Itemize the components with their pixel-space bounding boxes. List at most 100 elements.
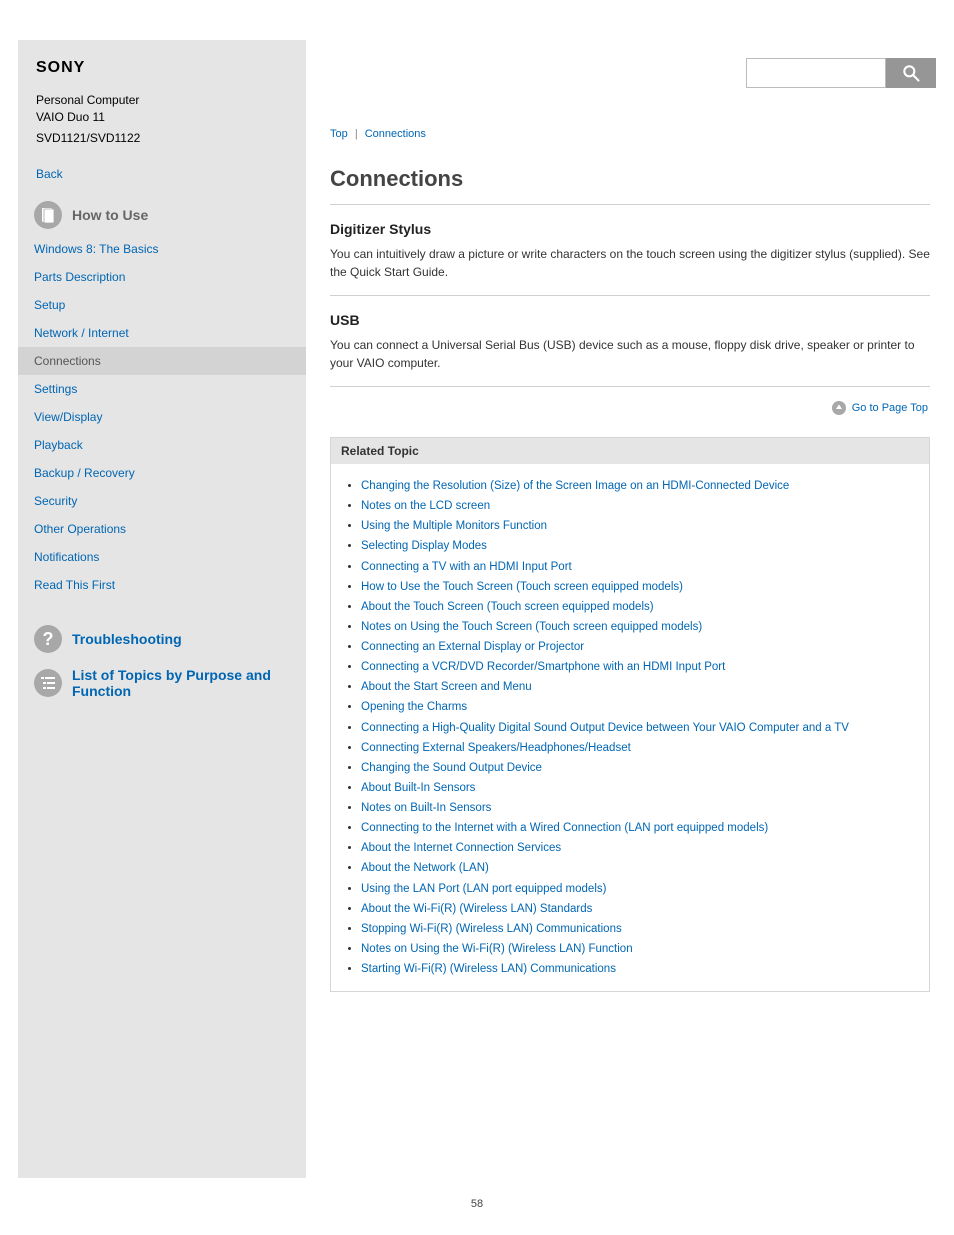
section: USB You can connect a Universal Serial Bu…: [330, 295, 930, 386]
sidebar-item-link[interactable]: Backup / Recovery: [18, 459, 306, 487]
related-link[interactable]: Connecting a High-Quality Digital Sound …: [361, 722, 849, 734]
sidebar-item[interactable]: Windows 8: The Basics: [18, 235, 306, 263]
sidebar-item[interactable]: Security: [18, 487, 306, 515]
related-item: Connecting to the Internet with a Wired …: [361, 818, 919, 838]
related-item: About the Wi-Fi(R) (Wireless LAN) Standa…: [361, 899, 919, 919]
search-icon: [901, 63, 921, 83]
page-title: Connections: [330, 166, 930, 192]
related-link[interactable]: How to Use the Touch Screen (Touch scree…: [361, 581, 683, 593]
related-link[interactable]: Notes on Using the Wi-Fi(R) (Wireless LA…: [361, 943, 633, 955]
sidebar-nav-list: Windows 8: The BasicsParts DescriptionSe…: [18, 235, 306, 599]
sidebar-item[interactable]: Connections: [18, 347, 306, 375]
sidebar-item-link[interactable]: View/Display: [18, 403, 306, 431]
search-input[interactable]: [746, 58, 886, 88]
related-link[interactable]: Connecting a VCR/DVD Recorder/Smartphone…: [361, 661, 725, 673]
related-link[interactable]: Using the Multiple Monitors Function: [361, 520, 547, 532]
sidebar-item-link[interactable]: Windows 8: The Basics: [18, 235, 306, 263]
related-item: How to Use the Touch Screen (Touch scree…: [361, 577, 919, 597]
sidebar-item-link[interactable]: Connections: [18, 347, 306, 375]
related-item: About Built-In Sensors: [361, 778, 919, 798]
nav-howto-header: How to Use: [34, 201, 306, 229]
sidebar-item[interactable]: Other Operations: [18, 515, 306, 543]
sidebar-item-link[interactable]: Read This First: [18, 571, 306, 599]
section-heading: USB: [330, 312, 930, 328]
breadcrumb-parent[interactable]: Top: [330, 128, 348, 140]
sidebar-item[interactable]: Notifications: [18, 543, 306, 571]
related-link[interactable]: Connecting to the Internet with a Wired …: [361, 822, 768, 834]
sidebar-item[interactable]: Playback: [18, 431, 306, 459]
related-item: Notes on Using the Touch Screen (Touch s…: [361, 617, 919, 637]
sidebar-item[interactable]: View/Display: [18, 403, 306, 431]
related-link[interactable]: About the Network (LAN): [361, 862, 489, 874]
sidebar-item-link[interactable]: Settings: [18, 375, 306, 403]
related-link[interactable]: Using the LAN Port (LAN port equipped mo…: [361, 883, 606, 895]
related-link[interactable]: Notes on the LCD screen: [361, 500, 490, 512]
sidebar-item[interactable]: Setup: [18, 291, 306, 319]
related-item: About the Start Screen and Menu: [361, 677, 919, 697]
related-item: Opening the Charms: [361, 697, 919, 717]
nav-howto-title: How to Use: [72, 207, 148, 223]
related-item: Notes on Using the Wi-Fi(R) (Wireless LA…: [361, 939, 919, 959]
book-icon: [34, 201, 62, 229]
page-number: 58: [18, 1198, 936, 1210]
related-link[interactable]: Stopping Wi-Fi(R) (Wireless LAN) Communi…: [361, 923, 622, 935]
sidebar-item-link[interactable]: Parts Description: [18, 263, 306, 291]
section-body: You can connect a Universal Serial Bus (…: [330, 336, 930, 372]
nav-functions-row[interactable]: List of Topics by Purpose and Function: [34, 667, 306, 699]
related-link[interactable]: Connecting an External Display or Projec…: [361, 641, 584, 653]
related-link[interactable]: About Built-In Sensors: [361, 782, 475, 794]
svg-text:?: ?: [43, 629, 54, 649]
related-link[interactable]: Connecting a TV with an HDMI Input Port: [361, 561, 572, 573]
related-link[interactable]: Selecting Display Modes: [361, 540, 487, 552]
sidebar-item[interactable]: Read This First: [18, 571, 306, 599]
section-heading: Digitizer Stylus: [330, 221, 930, 237]
sidebar-item-link[interactable]: Other Operations: [18, 515, 306, 543]
related-item: Changing the Sound Output Device: [361, 758, 919, 778]
related-link[interactable]: About the Internet Connection Services: [361, 842, 561, 854]
list-icon: [34, 669, 62, 697]
product-line2: VAIO Duo 11: [36, 109, 306, 126]
breadcrumb-sep: |: [355, 128, 358, 140]
nav-functions-link[interactable]: List of Topics by Purpose and Function: [72, 667, 306, 699]
related-item: About the Network (LAN): [361, 858, 919, 878]
sidebar-item-link[interactable]: Security: [18, 487, 306, 515]
related-item: Changing the Resolution (Size) of the Sc…: [361, 476, 919, 496]
related-item: Connecting a TV with an HDMI Input Port: [361, 557, 919, 577]
related-link[interactable]: About the Touch Screen (Touch screen equ…: [361, 601, 654, 613]
related-item: About the Internet Connection Services: [361, 838, 919, 858]
sidebar-item-link[interactable]: Setup: [18, 291, 306, 319]
sidebar-item[interactable]: Backup / Recovery: [18, 459, 306, 487]
related-link[interactable]: About the Start Screen and Menu: [361, 681, 532, 693]
related-item: Selecting Display Modes: [361, 536, 919, 556]
product-model: SVD1121/SVD1122: [36, 131, 306, 145]
related-item: Connecting an External Display or Projec…: [361, 637, 919, 657]
related-item: Notes on the LCD screen: [361, 496, 919, 516]
sidebar-item-link[interactable]: Playback: [18, 431, 306, 459]
breadcrumb: Top | Connections: [330, 128, 930, 140]
related-item: Stopping Wi-Fi(R) (Wireless LAN) Communi…: [361, 919, 919, 939]
question-icon: ?: [34, 625, 62, 653]
related-link[interactable]: Connecting External Speakers/Headphones/…: [361, 742, 631, 754]
related-link[interactable]: About the Wi-Fi(R) (Wireless LAN) Standa…: [361, 903, 592, 915]
related-link[interactable]: Changing the Sound Output Device: [361, 762, 542, 774]
nav-troubleshooting-link[interactable]: Troubleshooting: [72, 631, 182, 647]
back-link[interactable]: Back: [36, 167, 306, 181]
go-to-top-link[interactable]: Go to Page Top: [852, 402, 928, 414]
nav-troubleshooting-row[interactable]: ? Troubleshooting: [34, 625, 306, 653]
search-button[interactable]: [886, 58, 936, 88]
brand-text: SONY: [36, 59, 85, 76]
related-link[interactable]: Opening the Charms: [361, 701, 467, 713]
related-link[interactable]: Changing the Resolution (Size) of the Sc…: [361, 480, 789, 492]
sidebar: SONY Personal Computer VAIO Duo 11 SVD11…: [18, 40, 306, 1178]
related-item: Connecting External Speakers/Headphones/…: [361, 738, 919, 758]
sidebar-item-link[interactable]: Network / Internet: [18, 319, 306, 347]
sidebar-item[interactable]: Network / Internet: [18, 319, 306, 347]
go-to-top[interactable]: Go to Page Top: [330, 387, 930, 437]
related-link[interactable]: Starting Wi-Fi(R) (Wireless LAN) Communi…: [361, 963, 616, 975]
related-item: Connecting a VCR/DVD Recorder/Smartphone…: [361, 657, 919, 677]
related-link[interactable]: Notes on Using the Touch Screen (Touch s…: [361, 621, 702, 633]
sidebar-item-link[interactable]: Notifications: [18, 543, 306, 571]
sidebar-item[interactable]: Settings: [18, 375, 306, 403]
sidebar-item[interactable]: Parts Description: [18, 263, 306, 291]
related-link[interactable]: Notes on Built-In Sensors: [361, 802, 491, 814]
